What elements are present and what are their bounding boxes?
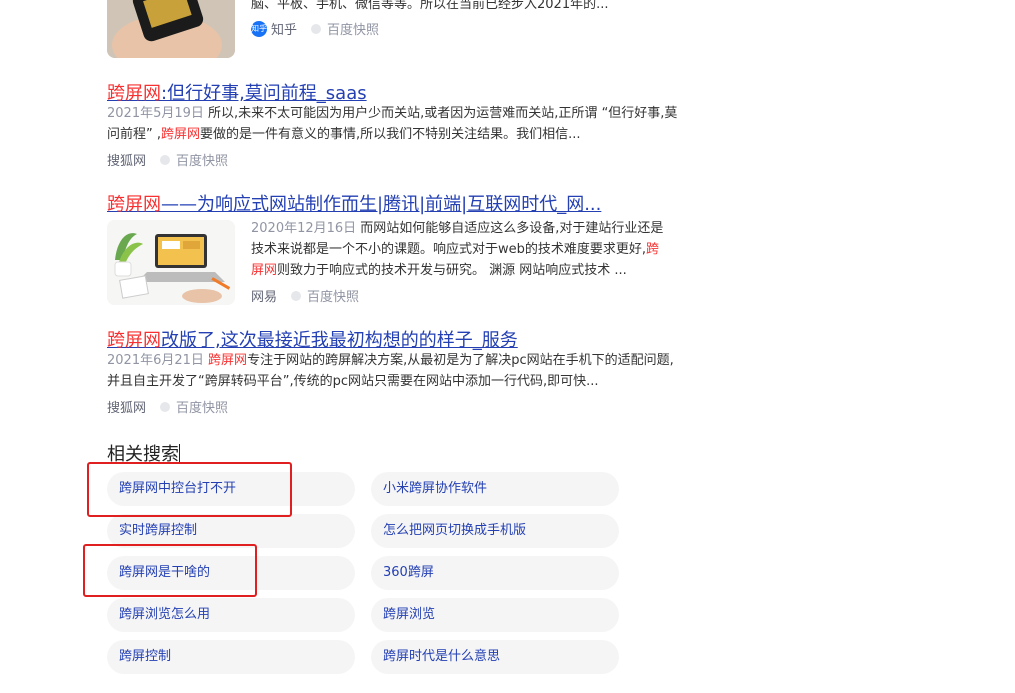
snapshot-icon — [291, 290, 302, 301]
related-item[interactable]: 360跨屏 — [371, 556, 619, 590]
source-name[interactable]: 知乎 — [271, 19, 297, 38]
snippet-text: 并且自主开发了“跨屏转码平台”,传统的pc网站只需要在网站中添加一行代码,即可快… — [107, 374, 599, 389]
result2-thumbnail[interactable] — [107, 220, 235, 305]
result0-snippet: 脑、平板、手机、微信等等。所以在当前已经步入2021年的... — [251, 0, 671, 15]
snippet-text: 所以,未来不太可能因为用户少而关站,或者因为运营难而关站,正所谓 “但行好事,莫 — [203, 106, 678, 121]
related-item[interactable]: 跨屏浏览 — [371, 598, 619, 632]
related-item[interactable]: 实时跨屏控制 — [107, 514, 355, 548]
title-highlight: 跨屏网 — [107, 330, 161, 351]
snippet-text: 则致力于响应式的技术开发与研究。 渊源 网站响应式技术 ... — [277, 263, 627, 278]
result0-thumbnail[interactable] — [107, 0, 235, 58]
related-item[interactable]: 跨屏浏览怎么用 — [107, 598, 355, 632]
snapshot-link[interactable]: 百度快照 — [327, 19, 379, 38]
related-item[interactable]: 怎么把网页切换成手机版 — [371, 514, 619, 548]
result-date: 2021年5月19日 — [107, 106, 204, 121]
snippet-text: 技术来说都是一个不小的课题。响应式对于web的技术难度要求更好, — [251, 242, 647, 257]
result1-source-row: 搜狐网 百度快照 — [107, 150, 228, 169]
source-name[interactable]: 网易 — [251, 286, 277, 305]
result-date: 2021年6月21日 — [107, 353, 204, 368]
annotation-box-2 — [83, 544, 257, 597]
source-name[interactable]: 搜狐网 — [107, 150, 146, 169]
title-text: :但行好事,莫问前程_saas — [161, 83, 367, 104]
snapshot-icon — [160, 154, 171, 165]
laptop-workspace-image — [107, 220, 235, 305]
snapshot-link[interactable]: 百度快照 — [176, 397, 228, 416]
snippet-highlight: 跨屏网 — [208, 353, 248, 368]
title-text: ——为响应式网站制作而生|腾讯|前端|互联网时代_网... — [161, 194, 602, 215]
title-highlight: 跨屏网 — [107, 83, 161, 104]
related-item[interactable]: 跨屏时代是什么意思 — [371, 640, 619, 674]
result2-title[interactable]: 跨屏网——为响应式网站制作而生|腾讯|前端|互联网时代_网... — [107, 190, 601, 216]
result2-source-row: 网易 百度快照 — [251, 286, 359, 305]
phone-hand-image — [107, 0, 235, 58]
related-item[interactable]: 小米跨屏协作软件 — [371, 472, 619, 506]
result3-title[interactable]: 跨屏网改版了,这次最接近我最初构想的的样子_服务 — [107, 326, 518, 352]
snippet-highlight: 跨 — [646, 242, 660, 257]
snippet-text: 要做的是一件有意义的事情,所以我们不特别关注结果。我们相信... — [200, 127, 581, 142]
related-item[interactable]: 跨屏控制 — [107, 640, 355, 674]
snippet-highlight: 屏网 — [251, 263, 278, 278]
text-cursor — [179, 444, 180, 464]
result-date: 2020年12月16日 — [251, 221, 357, 236]
source-name[interactable]: 搜狐网 — [107, 397, 146, 416]
result3-source-row: 搜狐网 百度快照 — [107, 397, 228, 416]
title-text: 改版了,这次最接近我最初构想的的样子_服务 — [161, 330, 518, 351]
snippet-text: 脑、平板、手机、微信等等。所以在当前已经步入2021年的... — [251, 0, 609, 12]
snapshot-link[interactable]: 百度快照 — [176, 150, 228, 169]
result3-snippet: 2021年6月21日 跨屏网专注于网站的跨屏解决方案,从最初是为了解决pc网站在… — [107, 350, 677, 392]
snippet-text: 而网站如何能够自适应这么多设备,对于建站行业还是 — [356, 221, 664, 236]
zhihu-logo-icon: 知乎 — [251, 20, 267, 37]
snapshot-link[interactable]: 百度快照 — [307, 286, 359, 305]
snapshot-icon — [160, 401, 171, 412]
snapshot-icon — [311, 23, 322, 34]
snippet-text: 问前程” , — [107, 127, 161, 142]
snippet-text: 专注于网站的跨屏解决方案,从最初是为了解决pc网站在手机下的适配问题, — [247, 353, 674, 368]
annotation-box-1 — [87, 462, 292, 517]
result1-title[interactable]: 跨屏网:但行好事,莫问前程_saas — [107, 79, 367, 105]
snippet-highlight: 跨屏网 — [161, 127, 201, 142]
title-highlight: 跨屏网 — [107, 194, 161, 215]
result2-snippet: 2020年12月16日 而网站如何能够自适应这么多设备,对于建站行业还是 技术来… — [251, 218, 671, 281]
result1-snippet: 2021年5月19日 所以,未来不太可能因为用户少而关站,或者因为运营难而关站,… — [107, 103, 677, 145]
result0-source-row: 知乎 知乎 百度快照 — [251, 19, 379, 38]
